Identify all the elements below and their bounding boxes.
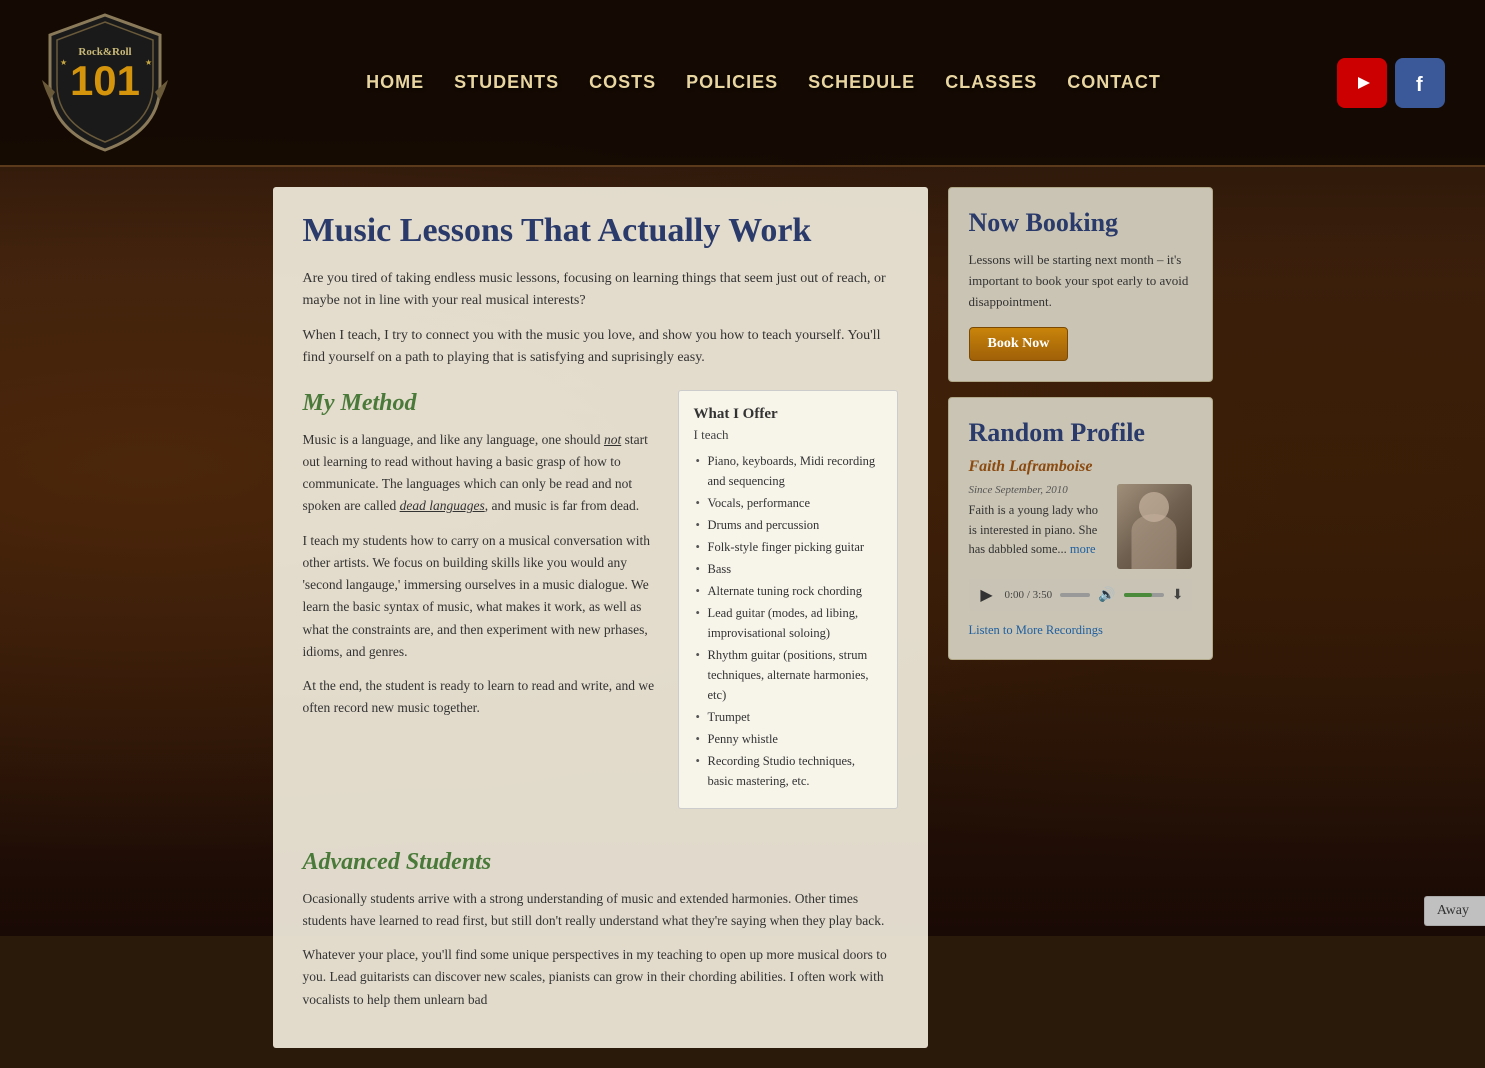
- audio-player: ▶ 0:00 / 3:50 🔊 ⬇: [969, 579, 1192, 611]
- play-button[interactable]: ▶: [977, 585, 997, 605]
- two-column-section: My Method Music is a language, and like …: [303, 390, 898, 809]
- site-header: Rock&Roll 101 ★ ★ HOME STUDENTS COSTS PO…: [0, 0, 1485, 167]
- svg-text:★: ★: [60, 58, 67, 67]
- profile-text-area: Since September, 2010 Faith is a young l…: [969, 484, 1107, 569]
- volume-fill: [1124, 593, 1152, 597]
- profile-title: Random Profile: [969, 418, 1192, 448]
- list-item: Piano, keyboards, Midi recording and seq…: [694, 451, 882, 491]
- my-method-column: My Method Music is a language, and like …: [303, 390, 658, 809]
- list-item: Lead guitar (modes, ad libing, improvisa…: [694, 603, 882, 643]
- list-item: Vocals, performance: [694, 493, 882, 513]
- svg-text:★: ★: [145, 58, 152, 67]
- content-area: Music Lessons That Actually Work Are you…: [273, 187, 928, 1048]
- nav-schedule[interactable]: SCHEDULE: [808, 72, 915, 93]
- profile-photo: [1117, 484, 1192, 569]
- advanced-para-1: Ocasionally students arrive with a stron…: [303, 888, 898, 933]
- intro-paragraph-1: Are you tired of taking endless music le…: [303, 268, 898, 313]
- list-item: Alternate tuning rock chording: [694, 581, 882, 601]
- offer-list: Piano, keyboards, Midi recording and seq…: [694, 451, 882, 791]
- audio-time: 0:00 / 3:50: [1005, 589, 1053, 601]
- what-i-offer-column: What I Offer I teach Piano, keyboards, M…: [678, 390, 898, 809]
- list-item: Rhythm guitar (positions, strum techniqu…: [694, 645, 882, 705]
- my-method-heading: My Method: [303, 390, 658, 417]
- youtube-icon[interactable]: [1337, 58, 1387, 108]
- profile-more-link[interactable]: more: [1070, 542, 1096, 556]
- nav-students[interactable]: STUDENTS: [454, 72, 559, 93]
- audio-progress-bar[interactable]: [1060, 593, 1090, 597]
- volume-bar[interactable]: [1124, 593, 1164, 597]
- list-item: Recording Studio techniques, basic maste…: [694, 751, 882, 791]
- volume-icon: 🔊: [1098, 587, 1115, 604]
- away-badge: Away: [1424, 896, 1485, 926]
- main-content: Music Lessons That Actually Work Are you…: [253, 167, 1233, 1068]
- booking-text: Lessons will be starting next month – it…: [969, 250, 1192, 312]
- main-nav: HOME STUDENTS COSTS POLICIES SCHEDULE CL…: [210, 72, 1317, 93]
- advanced-students-section: Advanced Students Ocasionally students a…: [303, 829, 898, 1011]
- svg-text:f: f: [1416, 74, 1423, 96]
- booking-box: Now Booking Lessons will be starting nex…: [948, 187, 1213, 382]
- i-teach-label: I teach: [694, 427, 882, 443]
- method-para-3: At the end, the student is ready to lear…: [303, 675, 658, 720]
- profile-name: Faith Laframboise: [969, 458, 1192, 476]
- download-icon[interactable]: ⬇: [1172, 587, 1184, 604]
- nav-costs[interactable]: COSTS: [589, 72, 656, 93]
- svg-text:101: 101: [70, 57, 140, 104]
- recordings-link[interactable]: Listen to More Recordings: [969, 623, 1103, 637]
- book-now-button[interactable]: Book Now: [969, 327, 1069, 361]
- logo[interactable]: Rock&Roll 101 ★ ★: [40, 10, 170, 155]
- advanced-students-heading: Advanced Students: [303, 849, 898, 876]
- list-item: Folk-style finger picking guitar: [694, 537, 882, 557]
- nav-contact[interactable]: CONTACT: [1067, 72, 1161, 93]
- booking-title: Now Booking: [969, 208, 1192, 238]
- method-para-2: I teach my students how to carry on a mu…: [303, 530, 658, 664]
- page-title: Music Lessons That Actually Work: [303, 212, 898, 250]
- list-item: Penny whistle: [694, 729, 882, 749]
- profile-since: Since September, 2010: [969, 484, 1107, 496]
- sidebar: Now Booking Lessons will be starting nex…: [948, 187, 1213, 1048]
- facebook-icon[interactable]: f: [1395, 58, 1445, 108]
- nav-home[interactable]: HOME: [366, 72, 424, 93]
- list-item: Trumpet: [694, 707, 882, 727]
- advanced-para-2: Whatever your place, you'll find some un…: [303, 944, 898, 1011]
- what-i-offer-title: What I Offer: [694, 406, 882, 423]
- profile-content: Since September, 2010 Faith is a young l…: [969, 484, 1192, 569]
- social-icons-group: f: [1337, 58, 1445, 108]
- nav-classes[interactable]: CLASSES: [945, 72, 1037, 93]
- list-item: Bass: [694, 559, 882, 579]
- profile-box: Random Profile Faith Laframboise Since S…: [948, 397, 1213, 660]
- list-item: Drums and percussion: [694, 515, 882, 535]
- method-para-1: Music is a language, and like any langua…: [303, 429, 658, 518]
- profile-bio: Faith is a young lady who is interested …: [969, 501, 1107, 559]
- intro-paragraph-2: When I teach, I try to connect you with …: [303, 325, 898, 370]
- nav-policies[interactable]: POLICIES: [686, 72, 778, 93]
